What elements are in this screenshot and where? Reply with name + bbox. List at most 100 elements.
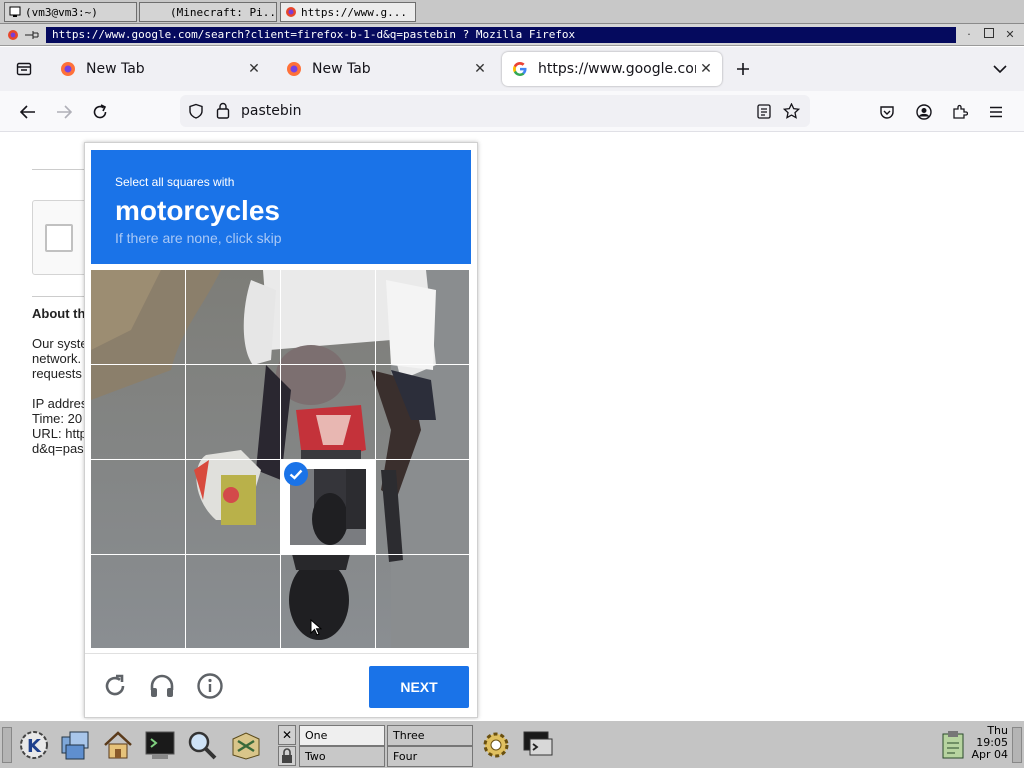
captcha-tile[interactable]: [376, 270, 470, 364]
account-button[interactable]: [910, 98, 938, 126]
find-files-button[interactable]: [184, 727, 220, 763]
checkmark-icon: [284, 462, 308, 486]
about-line: requests: [32, 366, 82, 381]
navigation-bar: pastebin: [0, 91, 1024, 132]
bookmark-star-icon[interactable]: [783, 103, 800, 119]
captcha-tile[interactable]: [281, 270, 375, 364]
next-button[interactable]: NEXT: [369, 666, 469, 708]
desktop-four[interactable]: Four: [387, 746, 473, 767]
lock-icon: [282, 748, 292, 763]
minimize-button[interactable]: ·: [962, 28, 976, 42]
url-input[interactable]: pastebin: [241, 103, 302, 119]
reload-icon: [105, 674, 125, 696]
captcha-tile[interactable]: [186, 460, 280, 554]
task-terminal[interactable]: (vm3@vm3:~): [4, 2, 137, 22]
captcha-tile[interactable]: [376, 460, 470, 554]
pocket-button[interactable]: [873, 98, 901, 126]
tab-google[interactable]: https://www.google.com/ ✕: [502, 52, 722, 86]
forward-arrow-icon: [57, 105, 72, 119]
pin-icon[interactable]: [24, 30, 40, 40]
klipper-tray-button[interactable]: [940, 729, 966, 761]
captcha-tile[interactable]: [281, 365, 375, 459]
shield-icon[interactable]: [188, 103, 204, 119]
desktop-one[interactable]: One: [299, 725, 385, 746]
back-arrow-icon: [20, 105, 35, 119]
captcha-tile[interactable]: [376, 365, 470, 459]
captcha-challenge: Select all squares with motorcycles If t…: [84, 142, 478, 718]
desktop-three[interactable]: Three: [387, 725, 473, 746]
captcha-tile[interactable]: [281, 555, 375, 649]
new-tab-button[interactable]: [729, 55, 757, 83]
kde-menu-button[interactable]: K: [16, 727, 52, 763]
captcha-target: motorcycles: [115, 195, 280, 226]
captcha-header: Select all squares with motorcycles If t…: [91, 150, 471, 264]
close-tab-icon[interactable]: ✕: [696, 59, 716, 79]
recaptcha-checkbox[interactable]: [45, 224, 73, 252]
home-folder-button[interactable]: [100, 727, 136, 763]
info-button[interactable]: [196, 672, 224, 700]
svg-text:K: K: [27, 736, 42, 757]
close-icon[interactable]: ✕: [278, 725, 296, 745]
task-firefox[interactable]: https://www.g...: [280, 2, 416, 22]
about-line: IP addres: [32, 396, 88, 411]
captcha-tile[interactable]: [186, 365, 280, 459]
konsole-button[interactable]: [520, 727, 556, 763]
tab-strip: New Tab ✕ New Tab ✕ https://www.google.c…: [0, 47, 1024, 91]
captcha-tile[interactable]: [376, 555, 470, 649]
window-titlebar: https://www.google.com/search?client=fir…: [0, 24, 1024, 46]
terminal-button[interactable]: [142, 727, 178, 763]
task-minecraft[interactable]: (Minecraft: Pi...: [139, 2, 277, 22]
captcha-tile[interactable]: [91, 270, 185, 364]
pocket-icon: [880, 105, 894, 119]
panel-hide-left-button[interactable]: [2, 727, 12, 763]
captcha-tile[interactable]: [91, 365, 185, 459]
clock-date: Apr 04: [971, 748, 1008, 761]
close-tab-icon[interactable]: ✕: [470, 59, 490, 79]
captcha-grid: [91, 270, 469, 648]
reload-button[interactable]: [86, 98, 114, 126]
extensions-button[interactable]: [946, 98, 974, 126]
panel-hide-right-button[interactable]: [1012, 727, 1022, 763]
captcha-tile[interactable]: [186, 270, 280, 364]
back-button[interactable]: [14, 98, 42, 126]
firefox-icon: [8, 30, 18, 40]
audio-challenge-button[interactable]: [148, 672, 176, 700]
info-icon: [197, 673, 223, 699]
headphones-icon: [150, 674, 174, 697]
puzzle-icon: [953, 104, 968, 119]
terminal-icon: [145, 731, 175, 759]
settings-button[interactable]: [478, 727, 514, 763]
kde-gear-icon: K: [20, 731, 48, 759]
tab-new-tab-2[interactable]: New Tab ✕: [276, 52, 496, 86]
list-all-tabs-button[interactable]: [986, 55, 1014, 83]
archive-button[interactable]: [228, 727, 264, 763]
desktop-two[interactable]: Two: [299, 746, 385, 767]
captcha-tile[interactable]: [91, 460, 185, 554]
captcha-footer: NEXT: [85, 653, 477, 717]
captcha-hint: If there are none, click skip: [115, 230, 282, 246]
close-tab-icon[interactable]: ✕: [244, 59, 264, 79]
window-list-button[interactable]: [58, 727, 94, 763]
maximize-button[interactable]: [982, 28, 996, 42]
forward-button[interactable]: [50, 98, 78, 126]
account-icon: [916, 104, 932, 120]
close-window-button[interactable]: ✕: [1003, 28, 1017, 42]
reader-view-icon[interactable]: [757, 104, 771, 119]
about-heading: About th: [32, 306, 86, 321]
menu-button[interactable]: [982, 98, 1010, 126]
reload-challenge-button[interactable]: [101, 672, 129, 700]
about-line: d&q=pas: [32, 441, 84, 456]
home-icon: [104, 731, 132, 759]
url-bar[interactable]: pastebin: [180, 95, 810, 127]
maximize-icon: [984, 28, 994, 38]
lock-screen-button[interactable]: [278, 746, 296, 766]
clipboard-icon: [942, 731, 964, 759]
about-line: network.: [32, 351, 82, 366]
captcha-tile[interactable]: [186, 555, 280, 649]
monitor-icon: [523, 731, 553, 756]
tab-new-tab-1[interactable]: New Tab ✕: [50, 52, 270, 86]
firefox-view-icon: [16, 62, 32, 76]
captcha-tile[interactable]: [91, 555, 185, 649]
firefox-view-button[interactable]: [10, 55, 38, 83]
lock-icon[interactable]: [216, 102, 230, 119]
